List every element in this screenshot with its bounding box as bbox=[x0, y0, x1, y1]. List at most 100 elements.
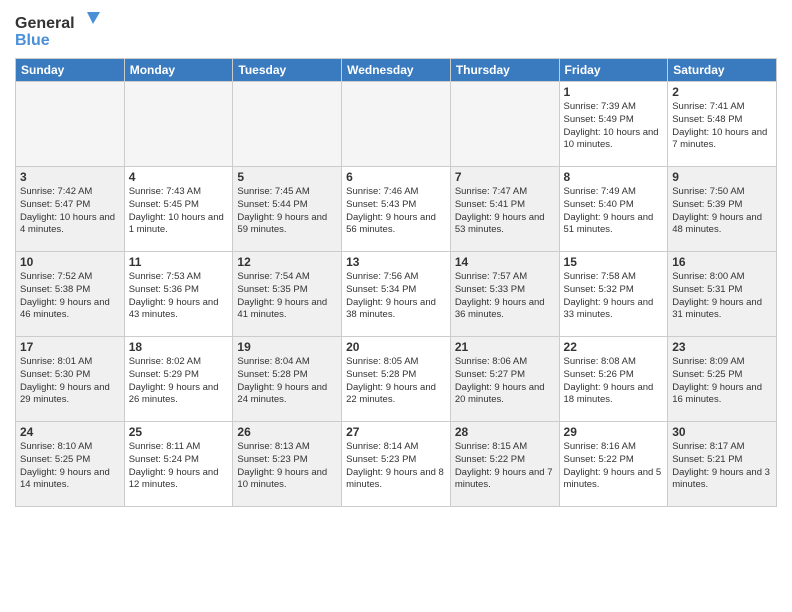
day-number: 13 bbox=[346, 255, 446, 269]
calendar-week-4: 24Sunrise: 8:10 AM Sunset: 5:25 PM Dayli… bbox=[16, 422, 777, 507]
calendar-header-row: SundayMondayTuesdayWednesdayThursdayFrid… bbox=[16, 59, 777, 82]
weekday-header-thursday: Thursday bbox=[450, 59, 559, 82]
calendar-cell: 13 Sunrise: 7:56 AM Sunset: 5:34 PM Dayli… bbox=[342, 252, 451, 337]
calendar-week-1: 3 Sunrise: 7:42 AM Sunset: 5:47 PM Daylig… bbox=[16, 167, 777, 252]
day-number: 29 bbox=[564, 425, 664, 439]
day-info: Sunrise: 7:47 AM Sunset: 5:41 PM Dayligh… bbox=[455, 186, 555, 237]
day-number: 3 bbox=[20, 170, 120, 184]
calendar-cell: 5 Sunrise: 7:45 AM Sunset: 5:44 PM Daylig… bbox=[233, 167, 342, 252]
calendar-cell: 19 Sunrise: 8:04 AM Sunset: 5:28 PM Dayli… bbox=[233, 337, 342, 422]
calendar-cell: 25 Sunrise: 8:11 AM Sunset: 5:24 PM Dayli… bbox=[124, 422, 233, 507]
calendar-table: SundayMondayTuesdayWednesdayThursdayFrid… bbox=[15, 58, 777, 507]
day-number: 5 bbox=[237, 170, 337, 184]
day-number: 10 bbox=[20, 255, 120, 269]
calendar-body: 1Sunrise: 7:39 AM Sunset: 5:49 PM Daylig… bbox=[16, 82, 777, 507]
calendar-cell: 22 Sunrise: 8:08 AM Sunset: 5:26 PM Dayli… bbox=[559, 337, 668, 422]
day-info: Sunrise: 8:16 AM Sunset: 5:22 PM Dayligh… bbox=[564, 441, 664, 492]
calendar-cell: 17 Sunrise: 8:01 AM Sunset: 5:30 PM Dayli… bbox=[16, 337, 125, 422]
day-info: Sunrise: 8:08 AM Sunset: 5:26 PM Dayligh… bbox=[564, 356, 664, 407]
day-number: 26 bbox=[237, 425, 337, 439]
day-info: Sunrise: 8:11 AM Sunset: 5:24 PM Dayligh… bbox=[129, 441, 229, 492]
calendar-cell: 20 Sunrise: 8:05 AM Sunset: 5:28 PM Dayli… bbox=[342, 337, 451, 422]
calendar-cell: 6 Sunrise: 7:46 AM Sunset: 5:43 PM Daylig… bbox=[342, 167, 451, 252]
calendar-week-2: 10 Sunrise: 7:52 AM Sunset: 5:38 PM Dayli… bbox=[16, 252, 777, 337]
day-info: Sunrise: 7:42 AM Sunset: 5:47 PM Dayligh… bbox=[20, 186, 120, 237]
day-info: Sunrise: 7:54 AM Sunset: 5:35 PM Dayligh… bbox=[237, 271, 337, 322]
day-number: 22 bbox=[564, 340, 664, 354]
day-number: 25 bbox=[129, 425, 229, 439]
calendar-cell: 21 Sunrise: 8:06 AM Sunset: 5:27 PM Dayli… bbox=[450, 337, 559, 422]
day-info: Sunrise: 7:46 AM Sunset: 5:43 PM Dayligh… bbox=[346, 186, 446, 237]
calendar-cell: 8 Sunrise: 7:49 AM Sunset: 5:40 PM Daylig… bbox=[559, 167, 668, 252]
weekday-header-saturday: Saturday bbox=[668, 59, 777, 82]
day-number: 11 bbox=[129, 255, 229, 269]
calendar-cell: 28 Sunrise: 8:15 AM Sunset: 5:22 PM Dayli… bbox=[450, 422, 559, 507]
day-info: Sunrise: 7:58 AM Sunset: 5:32 PM Dayligh… bbox=[564, 271, 664, 322]
day-number: 2 bbox=[672, 85, 772, 99]
day-info: Sunrise: 7:53 AM Sunset: 5:36 PM Dayligh… bbox=[129, 271, 229, 322]
day-info: Sunrise: 7:52 AM Sunset: 5:38 PM Dayligh… bbox=[20, 271, 120, 322]
calendar-cell: 23 Sunrise: 8:09 AM Sunset: 5:25 PM Dayli… bbox=[668, 337, 777, 422]
calendar-week-3: 17 Sunrise: 8:01 AM Sunset: 5:30 PM Dayli… bbox=[16, 337, 777, 422]
calendar-cell bbox=[450, 82, 559, 167]
day-info: Sunrise: 8:17 AM Sunset: 5:21 PM Dayligh… bbox=[672, 441, 772, 492]
weekday-header-sunday: Sunday bbox=[16, 59, 125, 82]
svg-text:Blue: Blue bbox=[15, 32, 50, 49]
day-number: 19 bbox=[237, 340, 337, 354]
logo: GeneralBlue bbox=[15, 10, 105, 50]
svg-text:General: General bbox=[15, 15, 75, 32]
day-number: 18 bbox=[129, 340, 229, 354]
calendar-cell: 30 Sunrise: 8:17 AM Sunset: 5:21 PM Dayli… bbox=[668, 422, 777, 507]
header: GeneralBlue bbox=[15, 10, 777, 50]
calendar-cell: 26 Sunrise: 8:13 AM Sunset: 5:23 PM Dayli… bbox=[233, 422, 342, 507]
calendar-cell: 2 Sunrise: 7:41 AM Sunset: 5:48 PM Daylig… bbox=[668, 82, 777, 167]
day-info: Sunrise: 8:13 AM Sunset: 5:23 PM Dayligh… bbox=[237, 441, 337, 492]
page-container: GeneralBlue SundayMondayTuesdayWednesday… bbox=[0, 0, 792, 517]
day-number: 15 bbox=[564, 255, 664, 269]
day-info: Sunrise: 8:15 AM Sunset: 5:22 PM Dayligh… bbox=[455, 441, 555, 492]
day-number: 14 bbox=[455, 255, 555, 269]
logo-svg: GeneralBlue bbox=[15, 10, 105, 50]
day-number: 16 bbox=[672, 255, 772, 269]
calendar-cell: 1Sunrise: 7:39 AM Sunset: 5:49 PM Daylig… bbox=[559, 82, 668, 167]
day-number: 28 bbox=[455, 425, 555, 439]
day-number: 27 bbox=[346, 425, 446, 439]
day-number: 30 bbox=[672, 425, 772, 439]
calendar-cell: 9 Sunrise: 7:50 AM Sunset: 5:39 PM Daylig… bbox=[668, 167, 777, 252]
calendar-cell: 11 Sunrise: 7:53 AM Sunset: 5:36 PM Dayli… bbox=[124, 252, 233, 337]
day-info: Sunrise: 7:43 AM Sunset: 5:45 PM Dayligh… bbox=[129, 186, 229, 237]
day-number: 17 bbox=[20, 340, 120, 354]
day-info: Sunrise: 8:00 AM Sunset: 5:31 PM Dayligh… bbox=[672, 271, 772, 322]
calendar-cell: 14 Sunrise: 7:57 AM Sunset: 5:33 PM Dayli… bbox=[450, 252, 559, 337]
day-info: Sunrise: 8:02 AM Sunset: 5:29 PM Dayligh… bbox=[129, 356, 229, 407]
weekday-header-tuesday: Tuesday bbox=[233, 59, 342, 82]
day-number: 6 bbox=[346, 170, 446, 184]
day-number: 9 bbox=[672, 170, 772, 184]
day-info: Sunrise: 8:09 AM Sunset: 5:25 PM Dayligh… bbox=[672, 356, 772, 407]
day-number: 8 bbox=[564, 170, 664, 184]
calendar-cell bbox=[342, 82, 451, 167]
day-number: 4 bbox=[129, 170, 229, 184]
day-number: 24 bbox=[20, 425, 120, 439]
day-info: Sunrise: 7:57 AM Sunset: 5:33 PM Dayligh… bbox=[455, 271, 555, 322]
day-info: Sunrise: 7:41 AM Sunset: 5:48 PM Dayligh… bbox=[672, 101, 772, 152]
calendar-cell: 3 Sunrise: 7:42 AM Sunset: 5:47 PM Daylig… bbox=[16, 167, 125, 252]
day-info: Sunrise: 8:01 AM Sunset: 5:30 PM Dayligh… bbox=[20, 356, 120, 407]
day-info: Sunrise: 7:39 AM Sunset: 5:49 PM Dayligh… bbox=[564, 101, 664, 152]
day-info: Sunrise: 7:56 AM Sunset: 5:34 PM Dayligh… bbox=[346, 271, 446, 322]
day-number: 20 bbox=[346, 340, 446, 354]
calendar-cell: 16 Sunrise: 8:00 AM Sunset: 5:31 PM Dayli… bbox=[668, 252, 777, 337]
day-info: Sunrise: 7:49 AM Sunset: 5:40 PM Dayligh… bbox=[564, 186, 664, 237]
calendar-cell: 24Sunrise: 8:10 AM Sunset: 5:25 PM Dayli… bbox=[16, 422, 125, 507]
day-info: Sunrise: 7:50 AM Sunset: 5:39 PM Dayligh… bbox=[672, 186, 772, 237]
calendar-cell: 29 Sunrise: 8:16 AM Sunset: 5:22 PM Dayli… bbox=[559, 422, 668, 507]
day-info: Sunrise: 8:04 AM Sunset: 5:28 PM Dayligh… bbox=[237, 356, 337, 407]
day-info: Sunrise: 8:06 AM Sunset: 5:27 PM Dayligh… bbox=[455, 356, 555, 407]
day-info: Sunrise: 8:05 AM Sunset: 5:28 PM Dayligh… bbox=[346, 356, 446, 407]
day-info: Sunrise: 7:45 AM Sunset: 5:44 PM Dayligh… bbox=[237, 186, 337, 237]
calendar-cell bbox=[233, 82, 342, 167]
day-info: Sunrise: 8:14 AM Sunset: 5:23 PM Dayligh… bbox=[346, 441, 446, 492]
calendar-cell: 4 Sunrise: 7:43 AM Sunset: 5:45 PM Daylig… bbox=[124, 167, 233, 252]
day-number: 21 bbox=[455, 340, 555, 354]
day-number: 23 bbox=[672, 340, 772, 354]
